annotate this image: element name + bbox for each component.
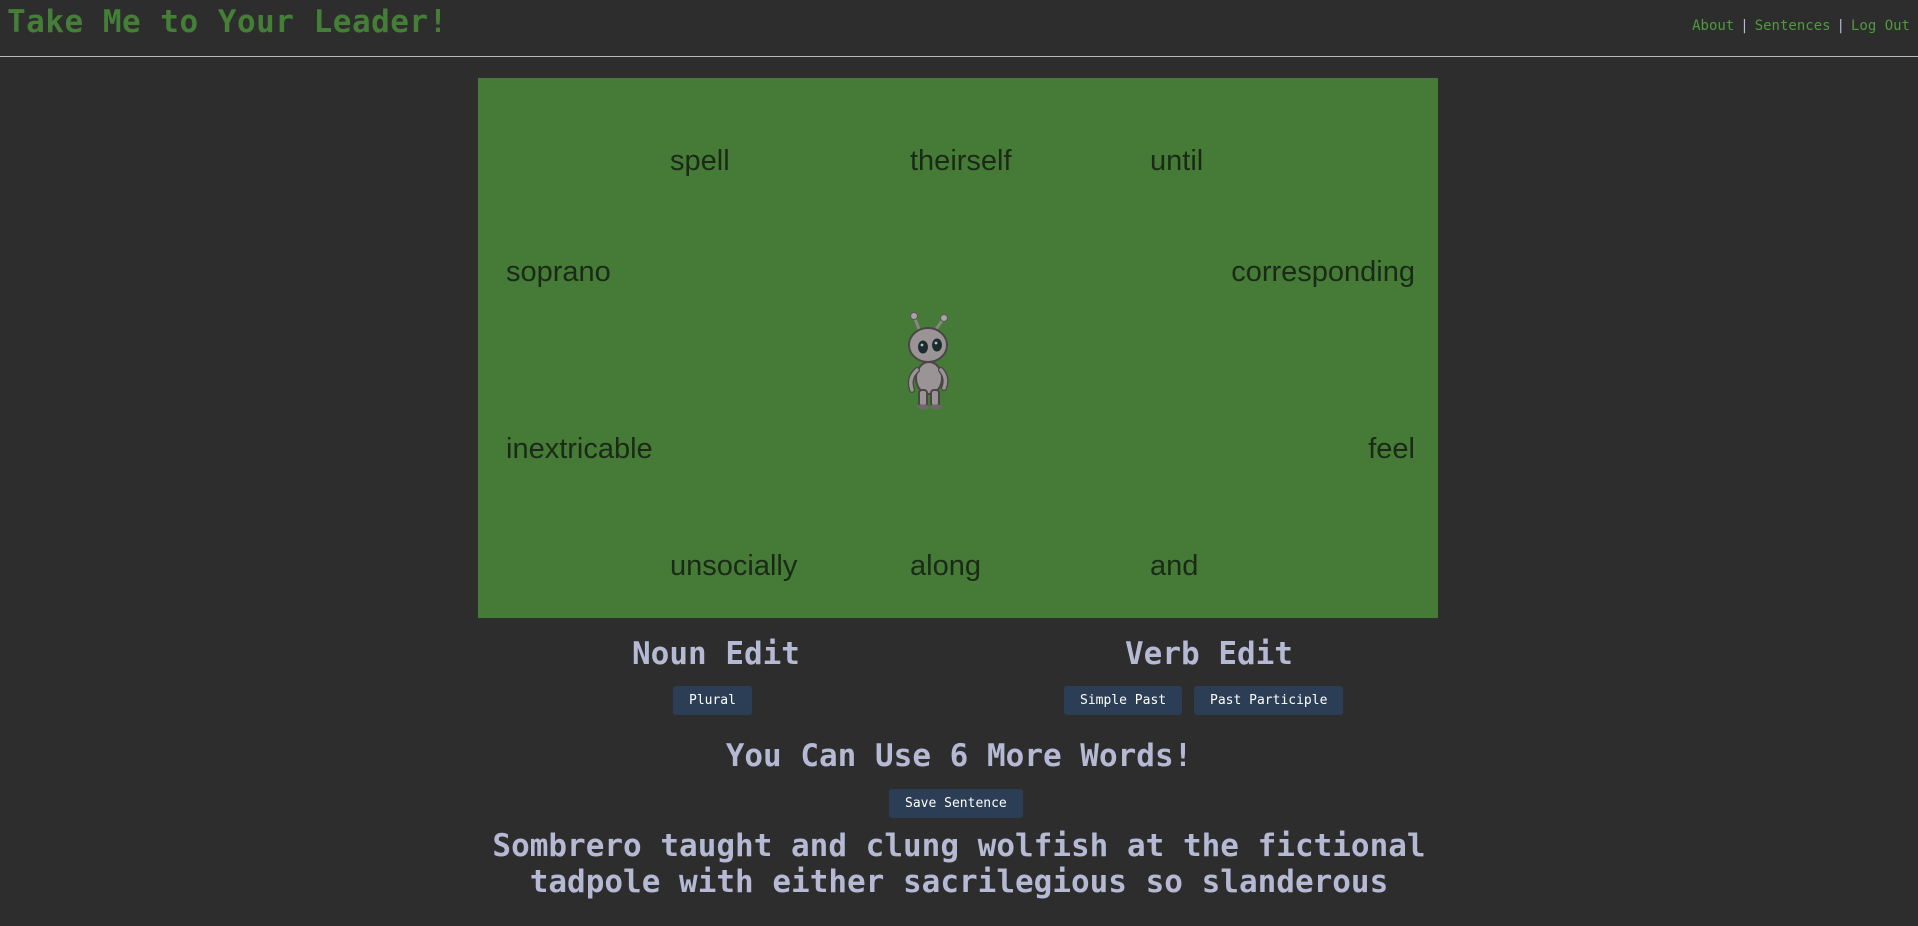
nav-separator: |: [1836, 18, 1845, 34]
sentence-line: Sombrero taught and clung wolfish at the…: [492, 828, 1426, 864]
noun-edit-title: Noun Edit: [632, 636, 800, 672]
simple-past-button[interactable]: Simple Past: [1064, 686, 1183, 715]
word-inextricable[interactable]: inextricable: [506, 435, 653, 464]
game-canvas[interactable]: spell theirself until soprano correspond…: [478, 78, 1438, 618]
word-unsocially[interactable]: unsocially: [670, 552, 797, 581]
top-nav: About | Sentences | Log Out: [1692, 18, 1910, 34]
word-spell[interactable]: spell: [670, 147, 730, 176]
sentence-line: tadpole with either sacrilegious so slan…: [529, 864, 1389, 900]
nav-logout-link[interactable]: Log Out: [1851, 18, 1910, 34]
nav-about-link[interactable]: About: [1692, 18, 1734, 34]
site-title: Take Me to Your Leader!: [7, 4, 448, 40]
word-soprano[interactable]: soprano: [506, 258, 611, 287]
alien-player-icon: [907, 312, 949, 410]
word-until[interactable]: until: [1150, 147, 1203, 176]
past-participle-button[interactable]: Past Participle: [1194, 686, 1344, 715]
word-along[interactable]: along: [910, 552, 981, 581]
word-and[interactable]: and: [1150, 552, 1198, 581]
save-sentence-button[interactable]: Save Sentence: [889, 789, 1023, 818]
word-feel[interactable]: feel: [1368, 435, 1415, 464]
word-corresponding[interactable]: corresponding: [1231, 258, 1415, 287]
plural-button[interactable]: Plural: [673, 686, 752, 715]
site-header: Take Me to Your Leader! About | Sentences |…: [0, 0, 1918, 57]
nav-separator: |: [1740, 18, 1749, 34]
nav-sentences-link[interactable]: Sentences: [1755, 18, 1831, 34]
sentence-display: Sombrero taught and clung wolfish at the…: [400, 828, 1518, 900]
word-theirself[interactable]: theirself: [910, 147, 1012, 176]
words-remaining-text: You Can Use 6 More Words!: [725, 738, 1193, 774]
verb-edit-title: Verb Edit: [1125, 636, 1293, 672]
